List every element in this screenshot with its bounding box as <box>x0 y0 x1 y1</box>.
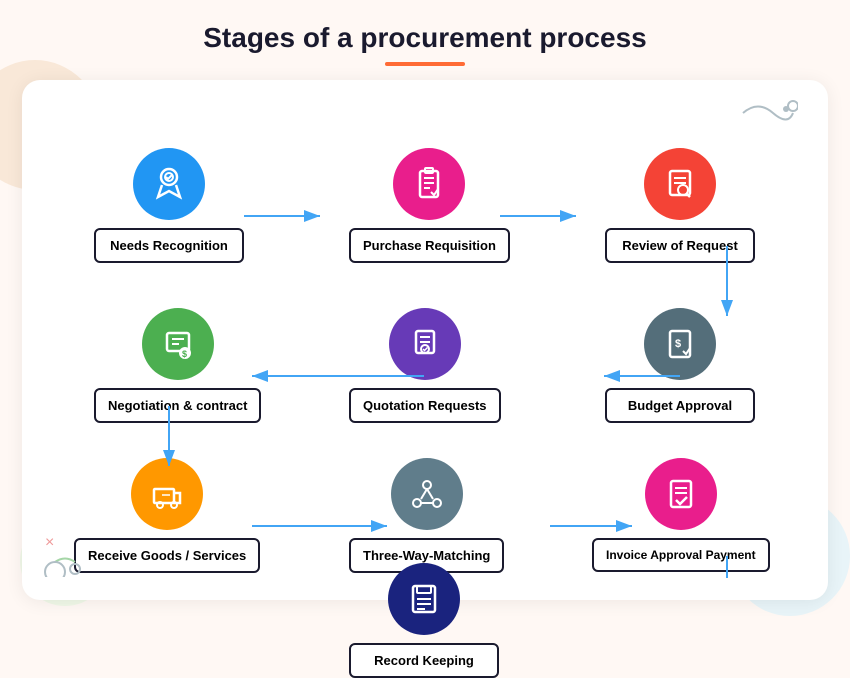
node-three-way-matching: Three-Way-Matching <box>349 458 504 573</box>
icon-budget-approval: $ <box>644 308 716 380</box>
label-negotiation-contract: Negotiation & contract <box>94 388 261 423</box>
label-purchase-requisition: Purchase Requisition <box>349 228 510 263</box>
svg-text:×: × <box>45 534 54 551</box>
procurement-diagram: Needs Recognition Purchase Requisition <box>52 98 798 578</box>
label-quotation-requests: Quotation Requests <box>349 388 501 423</box>
svg-text:$: $ <box>675 338 681 350</box>
label-record-keeping: Record Keeping <box>349 643 499 678</box>
label-needs-recognition: Needs Recognition <box>94 228 244 263</box>
icon-three-way-matching <box>391 458 463 530</box>
node-record-keeping: Record Keeping <box>349 563 499 678</box>
icon-invoice-approval <box>645 458 717 530</box>
svg-text:$: $ <box>182 349 187 359</box>
page-title: Stages of a procurement process <box>0 0 850 62</box>
icon-quotation-requests <box>389 308 461 380</box>
icon-needs-recognition <box>133 148 205 220</box>
icon-negotiation-contract: $ <box>142 308 214 380</box>
node-review-of-request: Review of Request <box>605 148 755 263</box>
node-purchase-requisition: Purchase Requisition <box>349 148 510 263</box>
card-deco-topright <box>738 98 798 133</box>
card-deco-bottomleft: × <box>40 527 110 582</box>
icon-record-keeping <box>388 563 460 635</box>
label-invoice-approval: Invoice Approval Payment <box>592 538 770 572</box>
node-budget-approval: $ Budget Approval <box>605 308 755 423</box>
main-card: × <box>22 80 828 600</box>
icon-purchase-requisition <box>393 148 465 220</box>
node-invoice-approval: Invoice Approval Payment <box>592 458 770 572</box>
node-quotation-requests: Quotation Requests <box>349 308 501 423</box>
icon-receive-goods <box>131 458 203 530</box>
node-negotiation-contract: $ Negotiation & contract <box>94 308 261 423</box>
label-budget-approval: Budget Approval <box>605 388 755 423</box>
icon-review-of-request <box>644 148 716 220</box>
label-review-of-request: Review of Request <box>605 228 755 263</box>
title-underline <box>385 62 465 66</box>
node-needs-recognition: Needs Recognition <box>94 148 244 263</box>
